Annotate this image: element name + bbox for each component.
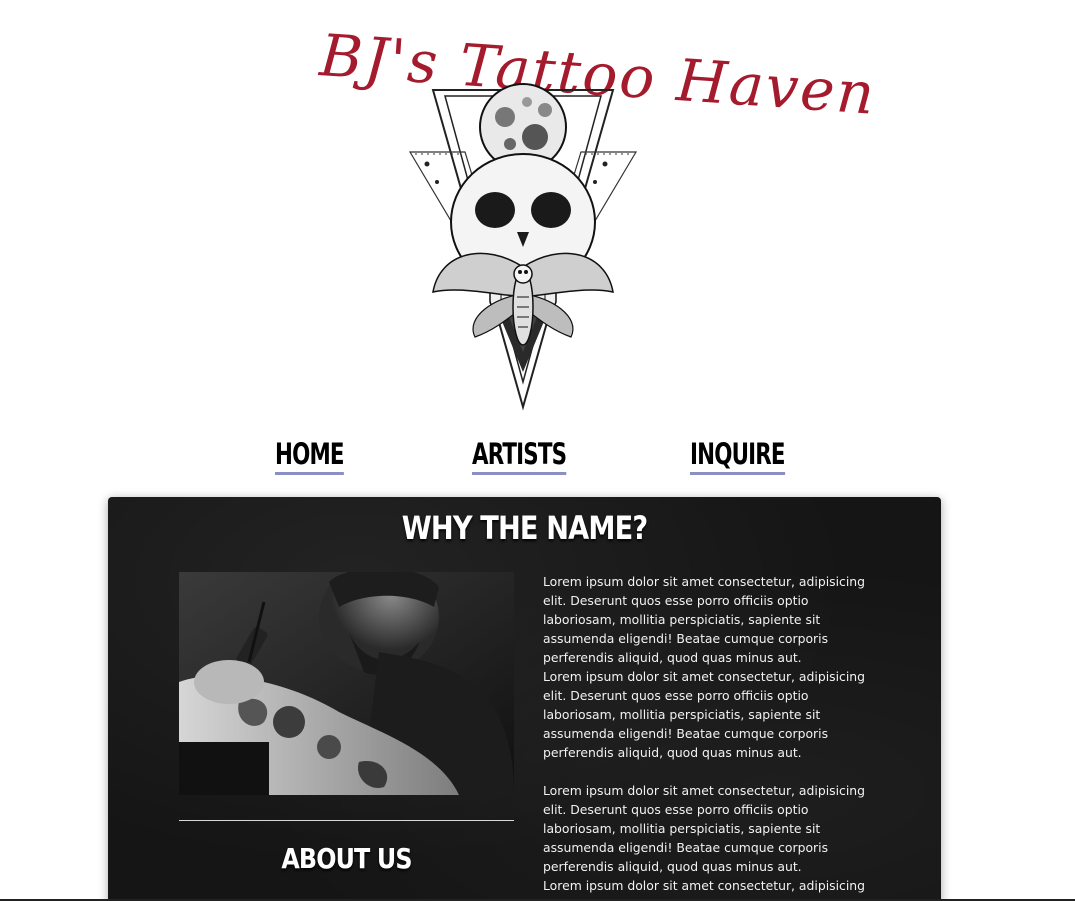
paragraph: Lorem ipsum dolor sit amet consectetur, … (543, 574, 866, 665)
paragraph: Lorem ipsum dolor sit amet consectetur, … (543, 878, 866, 893)
section-title: WHY THE NAME? (401, 509, 648, 547)
paragraph: Lorem ipsum dolor sit amet consectetur, … (543, 669, 866, 760)
nav-home-link[interactable]: HOME (275, 436, 345, 475)
main-nav: HOME ARTISTS INQUIRE (0, 436, 1075, 480)
divider (179, 820, 514, 821)
paragraph: Lorem ipsum dolor sit amet consectetur, … (543, 783, 866, 874)
skull-emblem-icon (405, 82, 641, 412)
page: BJ's Tattoo Haven HOME ARTISTS INQUIRE W… (0, 0, 1075, 901)
nav-artists-link[interactable]: ARTISTS (472, 436, 567, 475)
about-us-heading: ABOUT US (281, 842, 412, 875)
content-panel: WHY THE NAME? ABOUT US Lorem ipsum dolor… (108, 497, 941, 901)
nav-inquire-link[interactable]: INQUIRE (690, 436, 786, 475)
description-text: Lorem ipsum dolor sit amet consectetur, … (543, 572, 873, 895)
tattoo-artist-photo (179, 572, 514, 795)
